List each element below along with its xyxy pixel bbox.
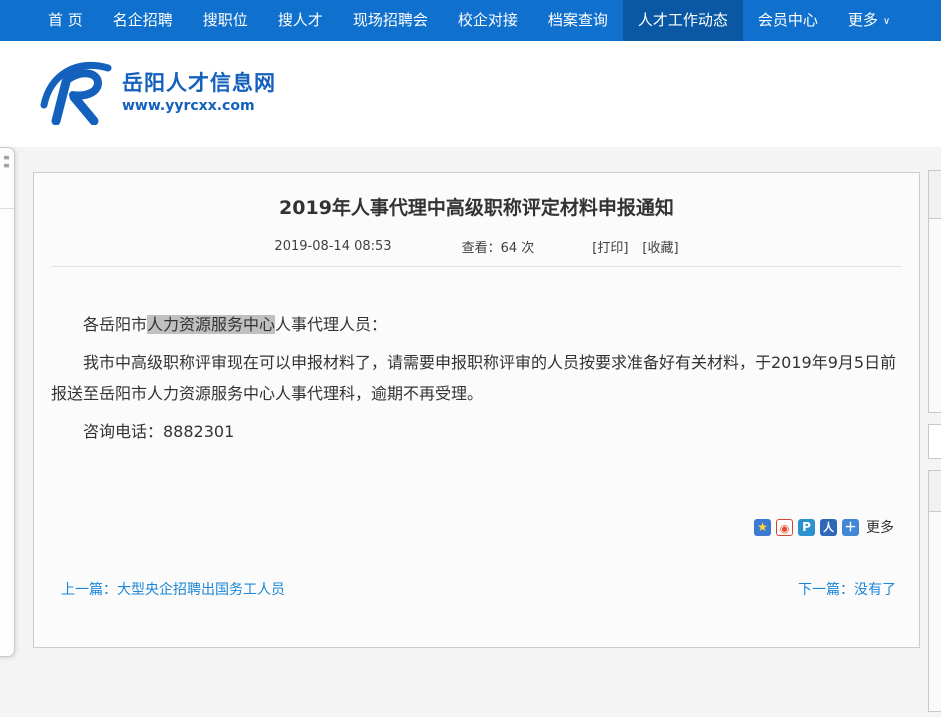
prev-article-link[interactable]: 上一篇：大型央企招聘出国务工人员 <box>61 582 285 598</box>
print-button[interactable]: [打印] <box>592 237 628 256</box>
article-pager: 上一篇：大型央企招聘出国务工人员 下一篇：没有了 <box>51 579 902 599</box>
nav-item-archive-query[interactable]: 档案查询 <box>533 0 623 41</box>
nav-item-home[interactable]: 首 页 <box>33 0 98 41</box>
share-bar: ★ ◉ P 人 ＋ 更多 <box>51 517 902 537</box>
nav-item-talent-news-active[interactable]: 人才工作动态 <box>623 0 743 41</box>
main-nav: 首 页 名企招聘 搜职位 搜人才 现场招聘会 校企对接 档案查询 人才工作动态 … <box>0 0 941 41</box>
left-panel-divider <box>0 208 14 209</box>
site-header: 岳阳人才信息网 www.yyrcxx.com <box>0 41 941 147</box>
share-more-link[interactable]: 更多 <box>866 517 894 537</box>
next-article-label: 下一篇：没有了 <box>798 582 896 598</box>
right-sidebar-box-bottom <box>928 470 941 712</box>
article-panel: 2019年人事代理中高级职称评定材料申报通知 2019-08-14 08:53 … <box>33 172 920 648</box>
article-date: 2019-08-14 08:53 <box>274 239 391 254</box>
logo-text: 岳阳人才信息网 www.yyrcxx.com <box>122 71 276 114</box>
article-body: 我市中高级职称评审现在可以申报材料了，请需要申报职称评审的人员按要求准备好有关材… <box>51 347 902 409</box>
right-sidebar-box-bottom-header <box>929 471 941 512</box>
article-meta-row: 2019-08-14 08:53 查看：64 次 [打印] [收藏] <box>51 237 902 256</box>
title-divider <box>51 266 902 267</box>
nav-item-school-enterprise[interactable]: 校企对接 <box>443 0 533 41</box>
nav-item-more[interactable]: 更多 ∨ <box>833 0 905 41</box>
article-phone: 咨询电话：8882301 <box>51 416 902 447</box>
nav-item-job-fairs[interactable]: 现场招聘会 <box>338 0 443 41</box>
favorite-button[interactable]: [收藏] <box>642 237 678 256</box>
left-panel-list-icon[interactable]: ≡ ≡ <box>0 148 14 170</box>
qzone-share-icon[interactable]: ★ <box>754 519 771 536</box>
share-plus-icon[interactable]: ＋ <box>842 519 859 536</box>
article-view-count: 查看：64 次 <box>462 237 535 256</box>
renren-share-icon[interactable]: 人 <box>820 519 837 536</box>
site-url: www.yyrcxx.com <box>122 98 276 114</box>
right-sidebar-box-top-header <box>929 171 941 219</box>
nav-item-member-center[interactable]: 会员中心 <box>743 0 833 41</box>
logo-r-swoosh-icon <box>40 59 112 125</box>
nav-item-search-talent[interactable]: 搜人才 <box>263 0 338 41</box>
site-name: 岳阳人才信息网 <box>122 71 276 95</box>
right-sidebar-box-top <box>928 170 941 413</box>
article-salutation: 各岳阳市人力资源服务中心人事代理人员： <box>51 309 902 340</box>
nav-item-company-jobs[interactable]: 名企招聘 <box>98 0 188 41</box>
highlighted-text: 人力资源服务中心 <box>147 315 275 334</box>
nav-item-search-jobs[interactable]: 搜职位 <box>188 0 263 41</box>
chevron-down-icon: ∨ <box>883 16 890 27</box>
nav-more-label: 更多 <box>848 11 878 29</box>
article-title: 2019年人事代理中高级职称评定材料申报通知 <box>51 193 902 220</box>
weibo-share-icon[interactable]: ◉ <box>776 519 793 536</box>
left-float-panel[interactable]: ≡ ≡ <box>0 147 15 657</box>
right-sidebar-box-middle <box>928 424 941 459</box>
paipai-share-icon[interactable]: P <box>798 519 815 536</box>
site-logo[interactable]: 岳阳人才信息网 www.yyrcxx.com <box>40 59 276 125</box>
